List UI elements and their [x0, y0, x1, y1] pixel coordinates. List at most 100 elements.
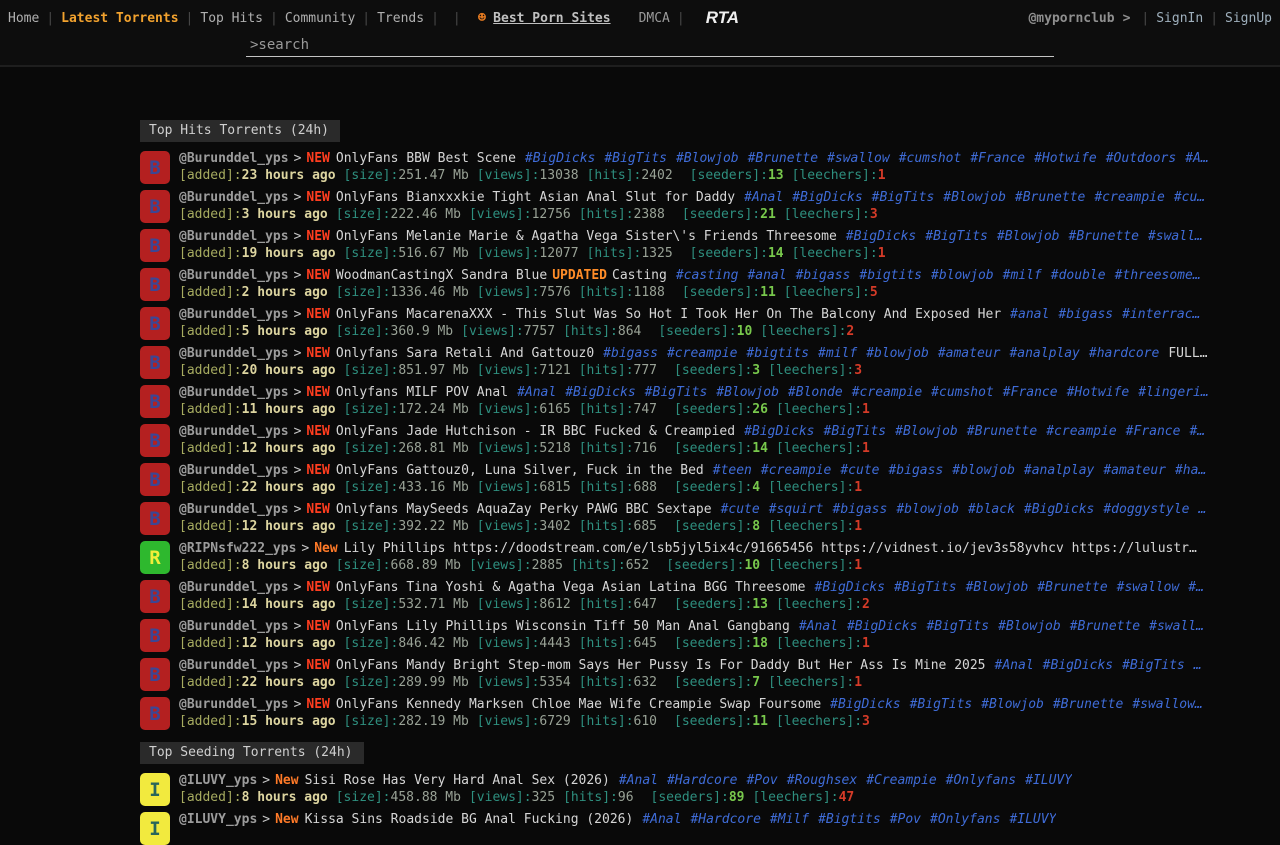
tag-link[interactable]: #Blowjob: [943, 190, 1006, 205]
tag-link[interactable]: …: [1198, 502, 1206, 517]
uploader-avatar[interactable]: B: [140, 307, 170, 340]
tag-link[interactable]: #analplay: [1024, 463, 1094, 478]
tag-link[interactable]: #Anal: [619, 773, 658, 788]
tag-link[interactable]: #milf: [818, 346, 857, 361]
tag-link[interactable]: #France: [1003, 385, 1058, 400]
uploader-avatar[interactable]: B: [140, 502, 170, 535]
account-menu[interactable]: @mypornclub: [1028, 11, 1114, 26]
nav-item-home[interactable]: Home: [8, 11, 39, 26]
uploader-name[interactable]: @Burunddel_yps: [179, 151, 289, 166]
tag-link[interactable]: #Blowjob: [981, 697, 1044, 712]
tag-link[interactable]: #BigTits: [910, 697, 973, 712]
uploader-avatar[interactable]: B: [140, 229, 170, 262]
tag-link[interactable]: #bigass: [603, 346, 658, 361]
tag-link[interactable]: #BigDicks: [847, 619, 917, 634]
tag-link[interactable]: #blowjob: [952, 463, 1015, 478]
tag-link[interactable]: #…: [1188, 580, 1204, 595]
torrent-title[interactable]: WoodmanCastingX Sandra Blue: [336, 268, 547, 283]
tag-link[interactable]: #cumshot: [899, 151, 962, 166]
tag-link[interactable]: #Brunette: [748, 151, 818, 166]
tag-link[interactable]: #BigDicks: [792, 190, 862, 205]
nav-item-community[interactable]: Community: [285, 11, 355, 26]
tag-link[interactable]: #Blonde: [788, 385, 843, 400]
torrent-title[interactable]: OnlyFans Gattouz0, Luna Silver, Fuck in …: [336, 463, 704, 478]
tag-link[interactable]: #BigTits: [894, 580, 957, 595]
tag-link[interactable]: #lingeri…: [1138, 385, 1208, 400]
tag-link[interactable]: #casting: [676, 268, 739, 283]
tag-link[interactable]: #Milf: [770, 812, 809, 827]
tag-link[interactable]: #Blowjob: [997, 229, 1060, 244]
nav-item-dmca[interactable]: DMCA: [639, 11, 670, 26]
uploader-name[interactable]: @Burunddel_yps: [179, 307, 289, 322]
torrent-title[interactable]: Onlyfans Sara Retali And Gattouz0: [336, 346, 594, 361]
tag-link[interactable]: #cumshot: [931, 385, 994, 400]
tag-link[interactable]: #Hardcore: [690, 812, 760, 827]
uploader-name[interactable]: @Burunddel_yps: [179, 424, 289, 439]
tag-link[interactable]: #BigTits: [645, 385, 708, 400]
tag-link[interactable]: #France: [970, 151, 1025, 166]
torrent-title[interactable]: OnlyFans Melanie Marie & Agatha Vega Sis…: [336, 229, 837, 244]
tag-link[interactable]: #interrac…: [1122, 307, 1200, 322]
tag-link[interactable]: #swall…: [1148, 229, 1203, 244]
tag-link[interactable]: #blowjob: [866, 346, 929, 361]
tag-link[interactable]: #Blowjob: [716, 385, 779, 400]
uploader-name[interactable]: @Burunddel_yps: [179, 580, 289, 595]
uploader-name[interactable]: @Burunddel_yps: [179, 385, 289, 400]
tag-link[interactable]: #creampie: [761, 463, 831, 478]
tag-link[interactable]: #ILUVY: [1025, 773, 1072, 788]
tag-link[interactable]: #anal: [1010, 307, 1049, 322]
tag-link[interactable]: #Pov: [890, 812, 921, 827]
tag-link[interactable]: #swallow…: [1132, 697, 1202, 712]
tag-link[interactable]: #Onlyfans: [930, 812, 1000, 827]
tag-link[interactable]: #Creampie: [866, 773, 936, 788]
tag-link[interactable]: #analplay: [1009, 346, 1079, 361]
tag-link[interactable]: #bigass: [888, 463, 943, 478]
tag-link[interactable]: #Anal: [995, 658, 1034, 673]
tag-link[interactable]: #BigTits: [824, 424, 887, 439]
tag-link[interactable]: #Bigtits: [818, 812, 881, 827]
tag-link[interactable]: #Brunette: [1053, 697, 1123, 712]
torrent-title[interactable]: Onlyfans MaySeeds AquaZay Perky PAWG BBC…: [336, 502, 712, 517]
tag-link[interactable]: #blowjob: [896, 502, 959, 517]
tag-link[interactable]: #Anal: [799, 619, 838, 634]
tag-link[interactable]: #BigDicks: [815, 580, 885, 595]
uploader-avatar[interactable]: R: [140, 541, 170, 574]
tag-link[interactable]: #creampie: [667, 346, 737, 361]
tag-link[interactable]: #BigTits: [1122, 658, 1185, 673]
tag-link[interactable]: #milf: [1003, 268, 1042, 283]
nav-item-latest-torrents[interactable]: Latest Torrents: [61, 11, 178, 26]
tag-link[interactable]: #BigDicks: [830, 697, 900, 712]
torrent-title[interactable]: Lily Phillips https://doodstream.com/e/l…: [344, 541, 1197, 556]
tag-link[interactable]: #France: [1126, 424, 1181, 439]
tag-link[interactable]: #Onlyfans: [946, 773, 1016, 788]
tag-link[interactable]: #BigDicks: [565, 385, 635, 400]
uploader-avatar[interactable]: B: [140, 580, 170, 613]
tag-link[interactable]: #Roughsex: [787, 773, 857, 788]
tag-link[interactable]: #swall…: [1149, 619, 1204, 634]
nav-item-trends[interactable]: Trends: [377, 11, 424, 26]
tag-link[interactable]: #anal: [747, 268, 786, 283]
tag-link[interactable]: #bigtits: [859, 268, 922, 283]
promo-link[interactable]: ☻ Best Porn Sites: [478, 10, 611, 26]
uploader-name[interactable]: @Burunddel_yps: [179, 658, 289, 673]
tag-link[interactable]: #Blowjob: [676, 151, 739, 166]
tag-link[interactable]: #Hotwife: [1067, 385, 1130, 400]
uploader-avatar[interactable]: I: [140, 773, 170, 806]
uploader-name[interactable]: @Burunddel_yps: [179, 268, 289, 283]
promo-label[interactable]: Best Porn Sites: [493, 11, 610, 26]
tag-link[interactable]: #BigDicks: [846, 229, 916, 244]
tag-link[interactable]: #BigDicks: [525, 151, 595, 166]
tag-link[interactable]: #Hotwife: [1034, 151, 1097, 166]
tag-link[interactable]: #Anal: [517, 385, 556, 400]
tag-link[interactable]: #BigTits: [604, 151, 667, 166]
tag-link[interactable]: #Brunette: [1070, 619, 1140, 634]
uploader-avatar[interactable]: B: [140, 424, 170, 457]
tag-link[interactable]: #cu…: [1174, 190, 1205, 205]
uploader-name[interactable]: @Burunddel_yps: [179, 346, 289, 361]
tag-link[interactable]: #bigass: [796, 268, 851, 283]
torrent-title[interactable]: OnlyFans Kennedy Marksen Chloe Mae Wife …: [336, 697, 821, 712]
tag-link[interactable]: #Brunette: [967, 424, 1037, 439]
uploader-avatar[interactable]: B: [140, 619, 170, 652]
tag-link[interactable]: #black: [968, 502, 1015, 517]
tag-link[interactable]: #Blowjob: [998, 619, 1061, 634]
